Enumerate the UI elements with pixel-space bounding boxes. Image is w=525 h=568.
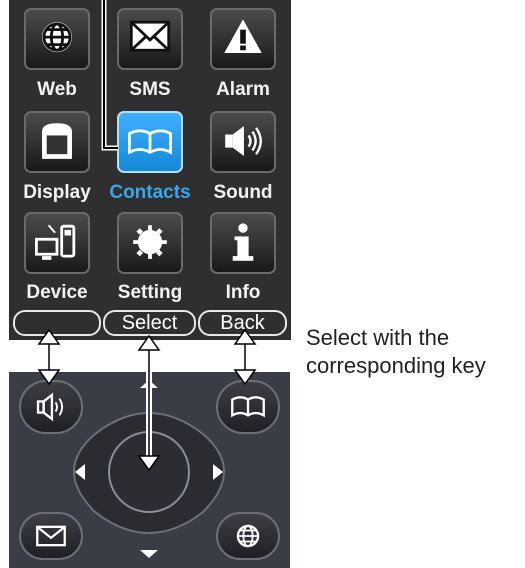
center-double-arrow: [137, 334, 161, 472]
right-double-arrow: [233, 328, 257, 386]
contacts-pointer-line: [101, 0, 118, 151]
annotation-overlay: [37, 0, 257, 472]
left-double-arrow: [37, 328, 61, 386]
